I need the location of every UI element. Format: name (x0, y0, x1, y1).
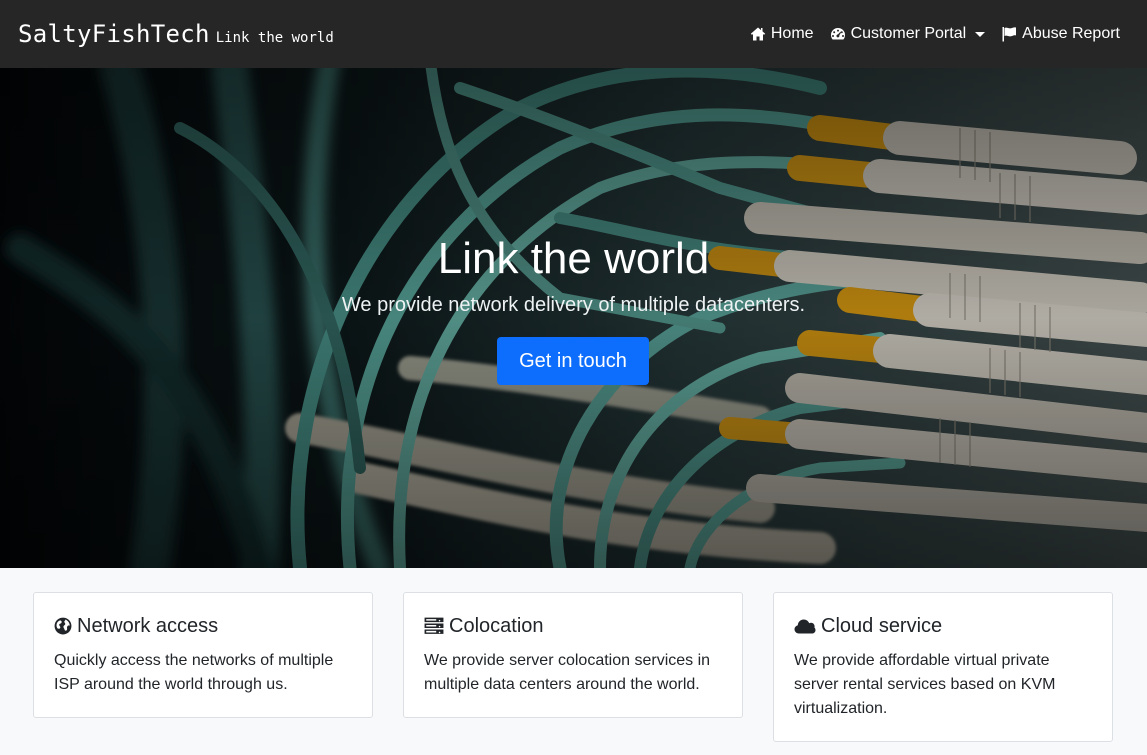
card-description: We provide server colocation services in… (424, 652, 711, 693)
card-title-text: Network access (77, 614, 219, 637)
card-description: We provide affordable virtual private se… (794, 652, 1056, 717)
hero-title: Link the world (437, 234, 710, 283)
chevron-down-icon (975, 31, 986, 37)
globe-icon (54, 617, 72, 635)
nav-menu: Home Customer Portal Abuse Report (750, 25, 1120, 43)
card-title-text: Cloud service (821, 614, 943, 637)
nav-home-label: Home (770, 25, 814, 42)
brand-name: SaltyFishTech (18, 20, 210, 48)
card-title: Colocation (424, 613, 722, 639)
navbar: SaltyFishTech Link the world Home Custom… (0, 0, 1147, 68)
nav-home-link[interactable]: Home (750, 25, 814, 43)
card-title-text: Colocation (449, 614, 544, 637)
feature-card-colocation: Colocation We provide server colocation … (403, 592, 743, 718)
nav-abuse-report-label: Abuse Report (1022, 25, 1120, 42)
nav-abuse-report-link[interactable]: Abuse Report (1001, 25, 1120, 43)
server-icon (424, 617, 444, 634)
feature-card-cloud-service: Cloud service We provide affordable virt… (773, 592, 1113, 742)
home-icon (750, 27, 766, 41)
cloud-icon (794, 619, 816, 633)
get-in-touch-button[interactable]: Get in touch (497, 337, 649, 385)
brand-tagline: Link the world (215, 30, 334, 46)
feature-card-network-access: Network access Quickly access the networ… (33, 592, 373, 718)
card-title: Network access (54, 613, 352, 639)
hero-section: Link the world We provide network delive… (0, 68, 1147, 568)
dashboard-icon (830, 28, 845, 40)
brand-link[interactable]: SaltyFishTech Link the world (18, 20, 334, 48)
card-title: Cloud service (794, 613, 1092, 639)
nav-customer-portal-dropdown[interactable]: Customer Portal (830, 25, 986, 43)
nav-customer-portal-label: Customer Portal (850, 25, 967, 42)
hero-content: Link the world We provide network delive… (0, 68, 1147, 568)
flag-icon (1002, 27, 1017, 42)
hero-subtitle: We provide network delivery of multiple … (341, 294, 806, 316)
card-description: Quickly access the networks of multiple … (54, 652, 334, 693)
